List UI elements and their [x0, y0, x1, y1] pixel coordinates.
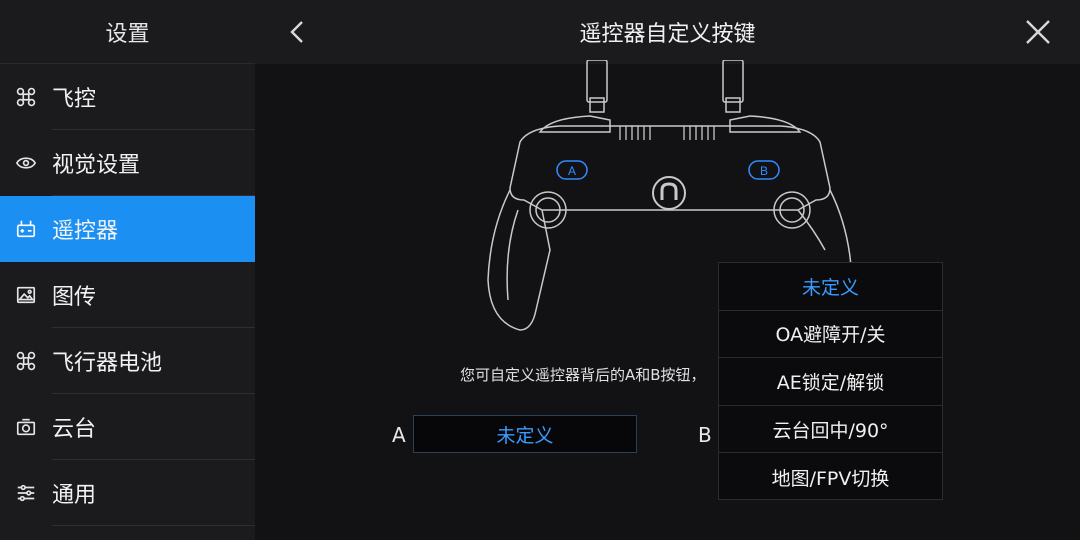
sidebar-item-vision-settings[interactable]: 视觉设置	[0, 130, 255, 196]
button-b-function-dropdown: 未定义 OA避障开/关 AE锁定/解锁 云台回中/90° 地图/FPV切换	[718, 262, 943, 500]
sidebar-item-remote-controller[interactable]: 遥控器	[0, 196, 255, 262]
sidebar-item-label: 视觉设置	[52, 153, 141, 178]
sidebar-item-image-transmission[interactable]: 图传	[0, 262, 255, 328]
image-transmission-icon	[14, 283, 38, 307]
dropdown-option-gimbal-recenter[interactable]: 云台回中/90°	[719, 406, 942, 454]
button-b-badge: B	[760, 164, 768, 178]
eye-icon	[14, 151, 38, 175]
button-a-badge: A	[568, 164, 576, 178]
sidebar-item-label: 飞控	[52, 87, 97, 112]
sidebar-item-gimbal[interactable]: 云台	[0, 394, 255, 460]
page-header: 遥控器自定义按键	[255, 0, 1080, 64]
divider	[52, 525, 255, 526]
sidebar-item-general[interactable]: 通用	[0, 460, 255, 526]
dropdown-option-undefined[interactable]: 未定义	[719, 263, 942, 311]
remote-controller-icon	[14, 217, 38, 241]
button-a-function-select[interactable]: 未定义	[413, 415, 637, 453]
settings-sidebar: 设置 飞控 视觉设置 遥控器 图传 飞行器电池 云台 通用	[0, 0, 255, 540]
dropdown-option-oa-toggle[interactable]: OA避障开/关	[719, 311, 942, 359]
page-title: 遥控器自定义按键	[579, 22, 756, 47]
sidebar-item-flight-control[interactable]: 飞控	[0, 64, 255, 130]
button-b-label: B	[698, 423, 712, 447]
aircraft-battery-icon	[14, 349, 38, 373]
close-button[interactable]	[1020, 14, 1056, 50]
close-icon	[1026, 20, 1050, 44]
sidebar-item-label: 飞行器电池	[52, 351, 163, 376]
main-content: A B 您可自定义遥控器背后的A和B按钮， A 未定义 B 未定义 OA避障开/…	[255, 60, 1080, 540]
dropdown-option-ae-lock[interactable]: AE锁定/解锁	[719, 358, 942, 406]
sidebar-item-label: 云台	[52, 417, 97, 442]
drone-icon	[14, 85, 38, 109]
sliders-icon	[14, 481, 38, 505]
sidebar-title: 设置	[0, 0, 255, 64]
back-button[interactable]	[279, 14, 315, 50]
gimbal-camera-icon	[14, 415, 38, 439]
sidebar-item-label: 图传	[52, 285, 97, 310]
dropdown-option-map-fpv-switch[interactable]: 地图/FPV切换	[719, 453, 942, 501]
sidebar-item-label: 遥控器	[52, 219, 119, 244]
sidebar-item-aircraft-battery[interactable]: 飞行器电池	[0, 328, 255, 394]
sidebar-item-label: 通用	[52, 483, 97, 508]
hint-text: 您可自定义遥控器背后的A和B按钮，	[460, 366, 706, 384]
chevron-left-icon	[290, 21, 303, 43]
button-a-label: A	[392, 423, 406, 447]
